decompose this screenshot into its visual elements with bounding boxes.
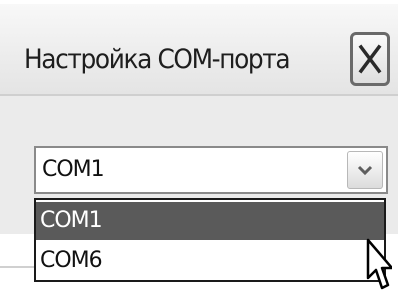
port-dropdown-list: COM1 COM6 xyxy=(34,198,386,282)
chevron-down-icon xyxy=(357,165,373,176)
port-select-value: COM1 xyxy=(42,157,105,182)
title-bar[interactable]: Настройка COM-порта xyxy=(0,4,398,96)
close-icon xyxy=(358,44,382,74)
close-button[interactable] xyxy=(350,32,390,86)
dropdown-option-com1[interactable]: COM1 xyxy=(36,202,384,240)
dropdown-toggle-button[interactable] xyxy=(347,151,383,189)
window-title: Настройка COM-порта xyxy=(24,44,291,75)
divider xyxy=(0,266,34,268)
dropdown-option-com6[interactable]: COM6 xyxy=(36,242,384,280)
port-select[interactable]: COM1 xyxy=(34,146,388,194)
mouse-cursor-icon xyxy=(366,238,392,290)
com-port-settings-dialog: Настройка COM-порта COM1 COM1 COM6 xyxy=(0,0,398,296)
